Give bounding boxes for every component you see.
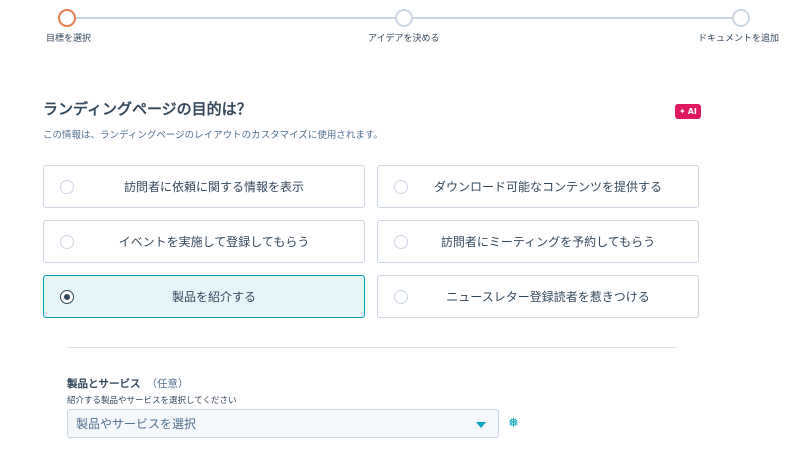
caret-down-icon <box>476 422 486 428</box>
progress-stepper: 目標を選択 アイデアを決める ドキュメントを追加 <box>0 0 800 50</box>
step-3-label[interactable]: ドキュメントを追加 <box>698 31 779 44</box>
gear-icon[interactable]: ❅ <box>508 417 521 430</box>
option-label: イベントを実施して登録してもらう <box>118 235 310 249</box>
option-label: 訪問者に依頼に関する情報を表示 <box>123 180 304 194</box>
step-1-label[interactable]: 目標を選択 <box>46 31 91 44</box>
stepper-line-1 <box>76 17 396 19</box>
ai-badge: ✦ AI <box>675 104 701 119</box>
option-label: 訪問者にミーティングを予約してもらう <box>440 235 656 249</box>
step-1-indicator[interactable] <box>58 9 76 27</box>
page-title: ランディングページの目的は？ <box>43 100 252 118</box>
step-2-label[interactable]: アイデアを決める <box>368 31 440 44</box>
goal-option-event-registration[interactable]: イベントを実施して登録してもらう <box>43 220 365 263</box>
radio-button[interactable] <box>60 234 74 249</box>
sparkle-icon: ✦ <box>679 107 686 116</box>
goal-option-introduce-product[interactable]: 製品を紹介する <box>43 275 365 318</box>
products-field-help: 紹介する製品やサービスを選択してください <box>67 396 237 406</box>
section-divider <box>67 347 677 348</box>
radio-button[interactable] <box>394 289 408 304</box>
option-label: ニュースレター登録読者を惹きつける <box>446 290 650 304</box>
radio-button[interactable] <box>394 234 408 249</box>
products-field-label: 製品とサービス （任意） <box>67 376 189 391</box>
option-label: 製品を紹介する <box>171 290 256 304</box>
products-label-text: 製品とサービス <box>67 378 141 390</box>
option-label: ダウンロード可能なコンテンツを提供する <box>433 180 662 194</box>
goal-option-show-info[interactable]: 訪問者に依頼に関する情報を表示 <box>43 165 365 208</box>
step-2-indicator[interactable] <box>395 9 413 27</box>
goal-option-book-meeting[interactable]: 訪問者にミーティングを予約してもらう <box>377 220 699 263</box>
radio-button[interactable] <box>60 289 74 304</box>
radio-button[interactable] <box>60 179 74 194</box>
products-select[interactable]: 製品やサービスを選択 <box>67 409 499 438</box>
ai-badge-label: AI <box>687 107 697 116</box>
goal-option-download-content[interactable]: ダウンロード可能なコンテンツを提供する <box>377 165 699 208</box>
step-3-indicator[interactable] <box>732 9 750 27</box>
stepper-line-2 <box>413 17 733 19</box>
products-select-placeholder: 製品やサービスを選択 <box>76 417 197 431</box>
optional-tag: （任意） <box>146 378 189 390</box>
page-subtitle: この情報は、ランディングページのレイアウトのカスタマイズに使用されます。 <box>43 130 383 141</box>
goal-option-newsletter[interactable]: ニュースレター登録読者を惹きつける <box>377 275 699 318</box>
radio-button[interactable] <box>394 179 408 194</box>
